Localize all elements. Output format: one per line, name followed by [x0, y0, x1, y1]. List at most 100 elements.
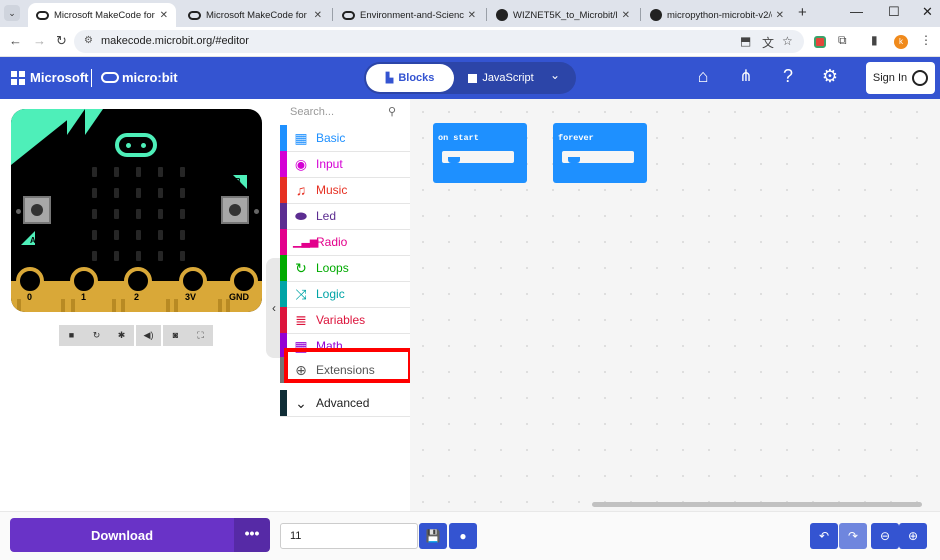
- stop-icon[interactable]: ■: [59, 325, 84, 346]
- site-info-icon[interactable]: ⚙: [84, 35, 93, 46]
- pin-3v[interactable]: [179, 267, 207, 295]
- gear-icon[interactable]: ⚙: [819, 66, 841, 88]
- button-a[interactable]: [23, 196, 51, 224]
- zoom-in-icon[interactable]: ⊕: [899, 523, 927, 549]
- tab-blocks-label: Blocks: [398, 72, 435, 84]
- reload-icon[interactable]: ↻: [56, 33, 67, 49]
- camera-icon[interactable]: ◙: [163, 325, 188, 346]
- editor-bottom-bar: Download ••• 💾 ● ↶ ↷ ⊖ ⊕: [0, 511, 940, 560]
- puzzle-icon: ▙: [385, 72, 394, 84]
- button-b[interactable]: [221, 196, 249, 224]
- tab-title: micropython-microbit-v2/exam: [667, 9, 772, 21]
- menu-kebab-icon[interactable]: ⋮: [920, 33, 932, 47]
- target-icon: ◉: [294, 156, 308, 172]
- tab-search-chevron-icon[interactable]: ⌄: [4, 5, 20, 21]
- signal-bars-icon: ▁▃▅: [293, 236, 319, 248]
- maximize-icon[interactable]: ☐: [888, 4, 900, 20]
- category-loops[interactable]: ↻ Loops: [280, 255, 410, 281]
- search-icon[interactable]: ⚲: [388, 105, 396, 118]
- pin-label: 1: [81, 292, 87, 302]
- touch-logo-icon[interactable]: [115, 133, 157, 157]
- github-icon: [496, 9, 508, 21]
- chevron-down-icon: ⌄: [295, 395, 307, 411]
- category-input[interactable]: ◉ Input: [280, 151, 410, 177]
- extension-icon[interactable]: [814, 36, 826, 48]
- close-icon[interactable]: ✕: [776, 10, 784, 21]
- on-start-block[interactable]: on start: [433, 123, 527, 183]
- browser-tab-4[interactable]: WIZNET5K_to_Microbit/lib/micro ✕: [488, 3, 638, 27]
- close-icon[interactable]: ✕: [622, 10, 630, 21]
- browser-tab-5[interactable]: micropython-microbit-v2/exam ✕: [642, 3, 792, 27]
- home-icon[interactable]: ⌂: [692, 66, 714, 88]
- shuffle-icon: ⤨: [295, 286, 307, 302]
- button-b-label: B: [235, 177, 241, 186]
- tab-title: Microsoft MakeCode for micro:bit: [206, 9, 310, 21]
- fullscreen-icon[interactable]: ⛶: [188, 325, 213, 346]
- close-icon[interactable]: ✕: [468, 10, 476, 21]
- tab-title: WIZNET5K_to_Microbit/lib/micro: [513, 9, 618, 21]
- download-button[interactable]: Download: [10, 518, 234, 552]
- back-arrow-icon[interactable]: ←: [9, 33, 22, 48]
- browser-tab-1[interactable]: Microsoft MakeCode for micro:bit ✕: [28, 3, 176, 27]
- forever-block[interactable]: forever: [553, 123, 647, 183]
- extensions-puzzle-icon[interactable]: ⧉: [838, 33, 847, 48]
- bookmark-star-icon[interactable]: ☆: [782, 34, 793, 48]
- microsoft-brand[interactable]: Microsoft: [30, 70, 89, 85]
- profile-avatar[interactable]: k: [894, 35, 908, 49]
- browser-tab-3[interactable]: Environment-and-Science-IoT ✕: [334, 3, 484, 27]
- pin-1[interactable]: [70, 267, 98, 295]
- download-options-button[interactable]: •••: [234, 518, 270, 552]
- help-icon[interactable]: ?: [777, 66, 799, 88]
- category-radio[interactable]: ▁▃▅ Radio: [280, 229, 410, 255]
- pin-2[interactable]: [124, 267, 152, 295]
- microbit-board[interactable]: A B 0 1 2 3V GND: [11, 109, 262, 312]
- debug-bug-icon[interactable]: ✱: [109, 325, 134, 346]
- pin-gnd[interactable]: [230, 267, 258, 295]
- restart-icon[interactable]: ↻: [84, 325, 109, 346]
- save-disk-icon[interactable]: 💾: [419, 523, 447, 549]
- tab-title: Environment-and-Science-IoT: [360, 9, 464, 21]
- category-music[interactable]: ♫ Music: [280, 177, 410, 203]
- javascript-icon: [468, 73, 478, 83]
- translate-icon[interactable]: 文: [762, 34, 774, 51]
- close-icon[interactable]: ✕: [314, 10, 322, 21]
- workspace-horizontal-scrollbar[interactable]: [592, 502, 922, 507]
- address-bar[interactable]: ⚙ makecode.microbit.org/#editor ⬒ 文 ☆: [74, 30, 804, 53]
- category-logic[interactable]: ⤨ Logic: [280, 281, 410, 307]
- makecode-header: Microsoft micro:bit ▙ Blocks JavaScript …: [0, 57, 940, 99]
- zoom-out-icon[interactable]: ⊖: [871, 523, 899, 549]
- category-advanced[interactable]: ⌄ Advanced: [280, 390, 410, 416]
- tab-javascript[interactable]: JavaScript: [456, 64, 546, 92]
- headphones-icon: ♫: [295, 182, 307, 198]
- microbit-brand[interactable]: micro:bit: [122, 70, 178, 85]
- forward-arrow-icon[interactable]: →: [33, 33, 46, 48]
- share-icon[interactable]: ⋔: [735, 66, 757, 88]
- tab-javascript-label: JavaScript: [482, 72, 534, 84]
- project-name-input[interactable]: [280, 523, 418, 549]
- category-variables[interactable]: ≣ Variables: [280, 307, 410, 333]
- category-basic[interactable]: ▦ Basic: [280, 125, 410, 151]
- undo-icon[interactable]: ↶: [810, 523, 838, 549]
- volume-icon[interactable]: ◀): [136, 325, 161, 346]
- close-icon[interactable]: ✕: [160, 10, 168, 21]
- side-panel-icon[interactable]: ▮: [871, 33, 878, 47]
- sign-in-label: Sign In: [872, 72, 908, 84]
- tab-title: Microsoft MakeCode for micro:bit: [54, 9, 156, 21]
- chevron-down-icon[interactable]: ⌄: [550, 68, 560, 82]
- minimize-icon[interactable]: —: [850, 4, 863, 19]
- tab-blocks[interactable]: ▙ Blocks: [366, 64, 454, 92]
- new-tab-plus-icon[interactable]: +: [798, 4, 807, 21]
- sign-in-button[interactable]: Sign In: [866, 62, 935, 94]
- block-label: on start: [438, 133, 479, 143]
- pin-0[interactable]: [16, 267, 44, 295]
- category-led[interactable]: ⬬ Led: [280, 203, 410, 229]
- install-app-icon[interactable]: ⬒: [740, 34, 751, 48]
- browser-tab-2[interactable]: Microsoft MakeCode for micro:bit ✕: [180, 3, 330, 27]
- simulator-panel: A B 0 1 2 3V GND ■ ↻ ✱ ◀) ◙ ⛶: [0, 99, 280, 511]
- window-close-icon[interactable]: ✕: [922, 4, 933, 20]
- github-icon[interactable]: ●: [449, 523, 477, 549]
- url-text[interactable]: makecode.microbit.org/#editor: [101, 35, 249, 47]
- blocks-workspace[interactable]: on start forever: [410, 99, 940, 511]
- pin-label: 3V: [185, 292, 197, 302]
- redo-icon[interactable]: ↷: [839, 523, 867, 549]
